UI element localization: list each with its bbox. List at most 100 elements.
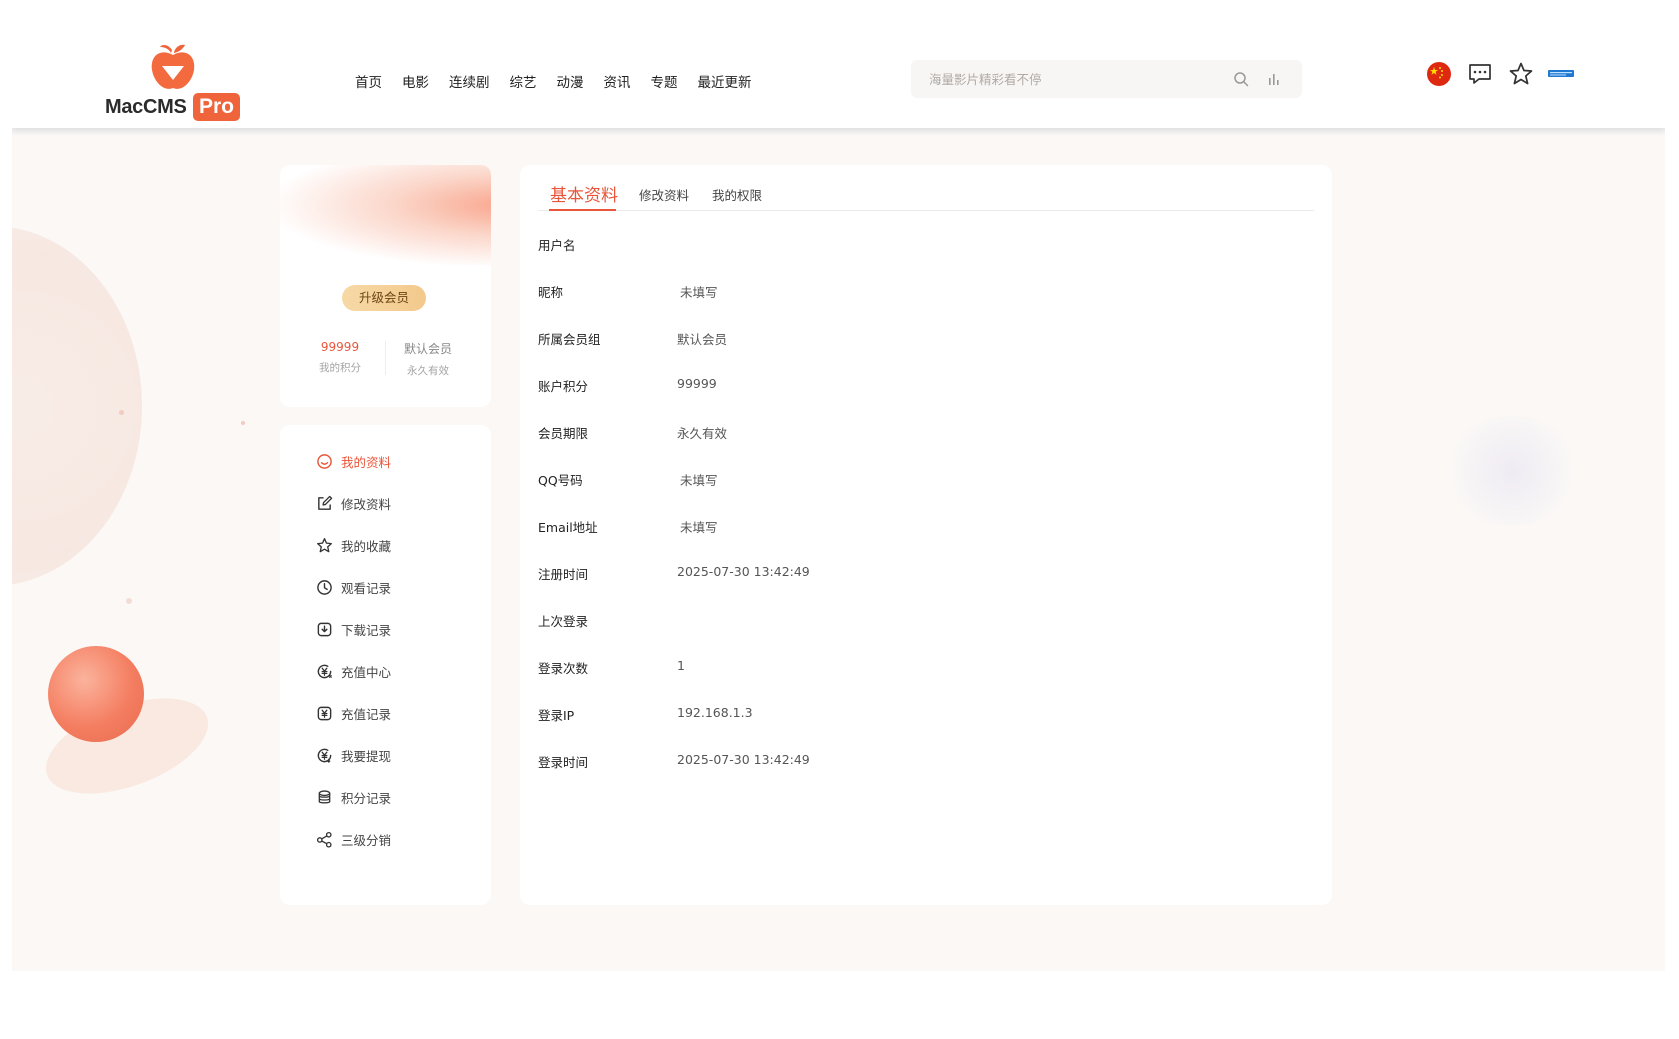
language-flag-icon[interactable]	[1425, 60, 1453, 88]
info-label: 账户积分	[538, 379, 589, 394]
info-row-login-time: 登录时间 2025-07-30 13:42:49	[538, 752, 1238, 772]
background-glow	[1442, 416, 1582, 526]
member-validity-label: 永久有效	[407, 365, 449, 377]
share-icon	[316, 831, 332, 848]
menu-item-label: 充值中心	[341, 664, 392, 680]
search-box	[911, 60, 1302, 98]
info-value: 默认会员	[677, 332, 728, 347]
nav-topics[interactable]: 专题	[651, 71, 678, 91]
info-label: 昵称	[538, 285, 564, 300]
message-icon[interactable]	[1466, 60, 1494, 88]
database-icon	[318, 789, 331, 803]
member-group-stat: 默认会员 永久有效	[383, 340, 473, 378]
main-nav: 首页 电影 连续剧 综艺 动漫 资讯 专题 最近更新	[355, 71, 772, 91]
info-label: 上次登录	[538, 614, 589, 629]
menu-item-label: 我的资料	[341, 454, 392, 470]
menu-item-label: 充值记录	[341, 706, 392, 722]
menu-item-recharge-center[interactable]: 充值中心	[316, 660, 391, 682]
menu-item-favorites[interactable]: 我的收藏	[316, 534, 391, 556]
points-stat: 99999 我的积分	[295, 340, 385, 375]
profile-card: 升级会员 99999 我的积分 默认会员 永久有效	[280, 165, 491, 407]
logo-pro-badge: Pro	[193, 93, 241, 121]
tab-my-permissions[interactable]: 我的权限	[712, 185, 762, 204]
info-value: 永久有效	[677, 426, 728, 441]
withdraw-icon	[317, 748, 332, 763]
topbar-shadow	[12, 128, 1665, 136]
nav-movies[interactable]: 电影	[402, 71, 429, 91]
info-row-member-group: 所属会员组 默认会员	[538, 329, 1238, 349]
search-input[interactable]	[911, 60, 1211, 98]
info-label: 注册时间	[538, 567, 589, 582]
nav-anime[interactable]: 动漫	[557, 71, 584, 91]
info-label: 登录时间	[538, 755, 589, 770]
info-row-nickname: 昵称 未填写	[538, 282, 1238, 302]
nav-series[interactable]: 连续剧	[449, 71, 490, 91]
upgrade-membership-button[interactable]: 升级会员	[342, 285, 426, 311]
info-value: 未填写	[680, 285, 718, 300]
top-navigation-bar: MacCMS Pro 首页 电影 连续剧 综艺 动漫 资讯 专题 最近更新	[12, 36, 1665, 128]
info-value: 2025-07-30 13:42:49	[677, 564, 810, 579]
logo-text: MacCMS	[105, 96, 187, 118]
user-side-menu: 我的资料 修改资料 我的收藏 观看记录 下载记录 充值中心 充值记录 我要提现 …	[280, 425, 491, 905]
partner-badge-icon[interactable]	[1546, 60, 1576, 88]
info-label: 会员期限	[538, 426, 589, 441]
page: MacCMS Pro 首页 电影 连续剧 综艺 动漫 资讯 专题 最近更新 海量…	[0, 0, 1679, 1039]
nav-home[interactable]: 首页	[355, 71, 382, 91]
decor-dot	[119, 410, 124, 415]
apple-logo-icon	[151, 44, 195, 89]
info-label: 用户名	[538, 238, 576, 253]
info-value: 2025-07-30 13:42:49	[677, 752, 810, 767]
info-row-email: Email地址 未填写	[538, 517, 1238, 537]
info-value: 未填写	[680, 520, 718, 535]
menu-item-download-history[interactable]: 下载记录	[316, 618, 391, 640]
planet-decoration	[48, 646, 144, 742]
info-label: QQ号码	[538, 473, 583, 488]
tab-edit-info[interactable]: 修改资料	[639, 185, 689, 204]
points-label: 我的积分	[319, 362, 361, 374]
info-row-qq: QQ号码 未填写	[538, 470, 1238, 490]
tab-basic-info[interactable]: 基本资料	[550, 181, 618, 206]
menu-item-edit-profile[interactable]: 修改资料	[316, 492, 391, 514]
search-icon[interactable]	[1233, 71, 1249, 87]
menu-item-label: 三级分销	[341, 832, 392, 848]
info-row-login-ip: 登录IP 192.168.1.3	[538, 705, 1238, 725]
decor-dot	[241, 421, 245, 425]
points-value: 99999	[320, 340, 360, 354]
active-tab-indicator	[549, 209, 616, 211]
app-frame: MacCMS Pro 首页 电影 连续剧 综艺 动漫 资讯 专题 最近更新 海量…	[12, 36, 1665, 971]
site-logo[interactable]: MacCMS Pro	[105, 42, 245, 122]
decor-dot	[126, 598, 132, 604]
nav-news[interactable]: 资讯	[604, 71, 631, 91]
menu-item-label: 积分记录	[341, 790, 392, 806]
info-value: 未填写	[680, 473, 718, 488]
favorite-star-icon[interactable]	[1507, 60, 1535, 88]
menu-item-recharge-records[interactable]: 充值记录	[316, 702, 391, 724]
info-row-membership-term: 会员期限 永久有效	[538, 423, 1238, 443]
menu-item-withdraw[interactable]: 我要提现	[316, 744, 391, 766]
smile-icon	[317, 453, 332, 469]
info-label: 登录IP	[538, 708, 575, 723]
background-blob	[12, 226, 142, 586]
menu-item-label: 修改资料	[341, 496, 392, 512]
profile-tabs: 基本资料 修改资料 我的权限	[538, 179, 1314, 211]
yuan-icon	[317, 706, 332, 720]
menu-item-watch-history[interactable]: 观看记录	[316, 576, 391, 598]
info-row-points: 账户积分 99999	[538, 376, 1238, 396]
nav-recent[interactable]: 最近更新	[698, 71, 752, 91]
menu-item-label: 我的收藏	[341, 538, 392, 554]
trending-chart-icon[interactable]	[1266, 71, 1282, 87]
menu-item-my-profile[interactable]: 我的资料	[316, 450, 391, 472]
menu-item-label: 我要提现	[341, 748, 392, 764]
info-row-last-login: 上次登录	[538, 611, 1238, 631]
info-label: Email地址	[538, 520, 598, 535]
star-icon	[317, 537, 332, 552]
profile-info-panel: 基本资料 修改资料 我的权限 用户名 昵称 未填写 所属会员组 默认会员 账户积…	[520, 165, 1332, 905]
nav-variety[interactable]: 综艺	[510, 71, 537, 91]
menu-item-points-records[interactable]: 积分记录	[316, 786, 391, 808]
info-row-login-count: 登录次数 1	[538, 658, 1238, 678]
edit-icon	[318, 495, 333, 510]
clock-icon	[317, 579, 332, 595]
info-value: 1	[677, 658, 685, 673]
member-group-value: 默认会员	[403, 342, 452, 356]
menu-item-distribution[interactable]: 三级分销	[316, 828, 391, 850]
